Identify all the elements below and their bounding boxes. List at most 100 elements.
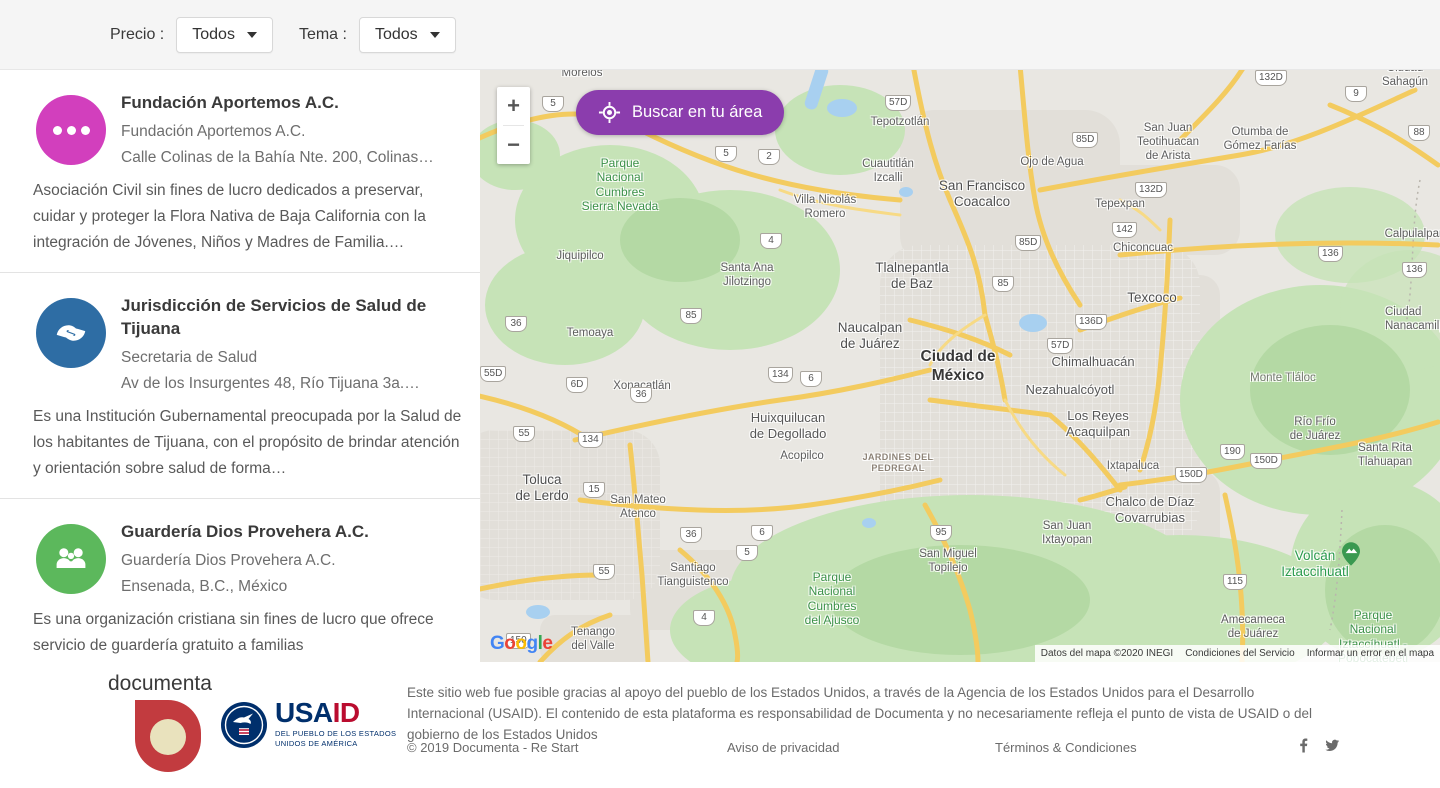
volcano-pin-icon (1342, 542, 1360, 571)
documenta-logo-mark (135, 700, 201, 772)
map-label: Calpulalpan (1385, 228, 1440, 242)
search-area-label: Buscar en tu área (632, 103, 762, 122)
usaid-logo: USAID DEL PUEBLO DE LOS ESTADOS UNIDOS D… (220, 700, 396, 749)
road-shield: 142 (1112, 222, 1137, 238)
chevron-down-icon (430, 32, 440, 38)
road-shield: 136D (1075, 314, 1107, 330)
map-label: Acopilco (780, 450, 823, 464)
map-label: Chalco de Díaz Covarrubias (1106, 494, 1195, 525)
list-item[interactable]: Jurisdicción de Servicios de Salud de Ti… (0, 273, 480, 499)
map-canvas[interactable]: Morelos Tepotzotlán Cuautitlán Izcalli V… (480, 70, 1440, 662)
map-label: Tlalnepantla de Baz (875, 260, 949, 292)
item-title: Fundación Aportemos A.C. (121, 91, 451, 114)
twitter-icon[interactable] (1324, 738, 1340, 758)
road-shield: 190 (1220, 444, 1245, 460)
tema-value: Todos (375, 26, 418, 44)
precio-dropdown[interactable]: Todos (176, 17, 273, 53)
precio-label: Precio : (110, 26, 164, 44)
map-label: Santiago Tianguistenco (657, 562, 728, 590)
usaid-seal-icon (220, 701, 268, 749)
tema-dropdown[interactable]: Todos (359, 17, 456, 53)
road-shield: 132D (1135, 182, 1167, 198)
footer-disclaimer: Este sitio web fue posible gracias al ap… (407, 682, 1313, 745)
helping-hands-icon (36, 298, 106, 368)
map-label: Jiquipilco (556, 250, 603, 264)
search-area-button[interactable]: Buscar en tu área (576, 90, 784, 135)
road-shield: 150D (1250, 453, 1282, 469)
google-logo[interactable]: Google (490, 633, 552, 655)
road-shield: 136 (1318, 246, 1343, 262)
map-park-label: Parque Nacional Cumbres Sierra Nevada (582, 156, 659, 214)
road-shield: 36 (505, 316, 527, 332)
map-label: Otumba de Gómez Farías (1224, 126, 1297, 154)
terms-of-service-link[interactable]: Condiciones del Servicio (1179, 645, 1301, 662)
map-label: Ciudad Nanacamilpa (1385, 306, 1440, 334)
road-shield: 115 (1223, 574, 1247, 590)
road-shield: 134 (578, 432, 603, 448)
map-area-label: JARDINES DEL PEDREGAL (863, 452, 934, 474)
map-label: Temoaya (567, 327, 614, 341)
road-shield: 6 (800, 371, 822, 387)
locate-icon (598, 101, 621, 124)
road-shield: 4 (693, 610, 715, 626)
item-title: Guardería Dios Provehera A.C. (121, 520, 451, 543)
road-shield: 5 (715, 146, 737, 162)
map-label: Santa Ana Jilotzingo (720, 262, 773, 290)
road-shield: 88 (1408, 125, 1430, 141)
road-shield: 85 (992, 276, 1014, 292)
item-address: Av de los Insurgentes 48, Río Tijuana 3a… (121, 371, 464, 397)
copyright-text: © 2019 Documenta - Re Start (407, 740, 578, 755)
road-shield: 9 (1345, 86, 1367, 102)
usaid-tagline: DEL PUEBLO DE LOS ESTADOS UNIDOS DE AMÉR… (275, 729, 396, 749)
item-description: Es una Institución Gubernamental preocup… (33, 404, 464, 482)
road-shield: 5 (736, 545, 758, 561)
map-label: Texcoco (1127, 290, 1177, 306)
zoom-in-button[interactable]: + (497, 87, 530, 125)
map-label: Tenango del Valle (571, 626, 615, 654)
map-attribution: Datos del mapa ©2020 INEGI Condiciones d… (1035, 645, 1440, 662)
item-subtitle: Guardería Dios Provehera A.C. (121, 548, 464, 574)
road-shield: 85 (680, 308, 702, 324)
privacy-link[interactable]: Aviso de privacidad (727, 740, 840, 755)
road-shield: 132D (1255, 70, 1287, 86)
map-label: Morelos (562, 70, 603, 81)
road-shield: 15 (583, 482, 605, 498)
map-label: Ciudad Sahagún (1382, 70, 1428, 90)
item-subtitle: Secretaria de Salud (121, 345, 464, 371)
precio-value: Todos (192, 26, 235, 44)
list-item[interactable]: Fundación Aportemos A.C. Fundación Aport… (0, 70, 480, 273)
road-shield: 55 (593, 564, 615, 580)
map-label: Ciudad de México (921, 348, 996, 385)
map-label: Nezahualcóyotl (1026, 382, 1115, 398)
facebook-icon[interactable] (1296, 738, 1310, 758)
zoom-out-button[interactable]: − (497, 126, 530, 164)
map-label: Monte Tláloc (1250, 372, 1316, 386)
terms-link[interactable]: Términos & Condiciones (995, 740, 1137, 755)
results-list: Fundación Aportemos A.C. Fundación Aport… (0, 70, 480, 662)
ellipsis-icon (36, 95, 106, 165)
item-description: Asociación Civil sin fines de lucro dedi… (33, 178, 464, 256)
tema-label: Tema : (299, 26, 347, 44)
map-label: Toluca de Lerdo (515, 472, 568, 504)
map-label: Chiconcuac (1113, 242, 1173, 256)
item-description: Es una organización cristiana sin fines … (33, 607, 464, 659)
item-title: Jurisdicción de Servicios de Salud de Ti… (121, 294, 451, 340)
road-shield: 85D (1072, 132, 1098, 148)
road-shield: 6D (566, 377, 588, 393)
road-shield: 57D (885, 95, 911, 111)
road-shield: 57D (1047, 338, 1073, 354)
report-map-error-link[interactable]: Informar un error en el mapa (1301, 645, 1440, 662)
family-icon (36, 524, 106, 594)
list-item[interactable]: Guardería Dios Provehera A.C. Guardería … (0, 499, 480, 662)
item-address: Calle Colinas de la Bahía Nte. 200, Coli… (121, 145, 464, 171)
map-label: Ixtapaluca (1107, 460, 1159, 474)
road-shield: 55D (480, 366, 506, 382)
road-shield: 36 (680, 527, 702, 543)
road-shield: 2 (758, 149, 780, 165)
map-label: Naucalpan de Juárez (838, 320, 903, 352)
road-shield: 136 (1402, 262, 1427, 278)
road-shield: 134 (768, 367, 793, 383)
map-label: Santa Rita Tlahuapan (1358, 442, 1412, 470)
map-label: San Juan Teotihuacan de Arista (1137, 122, 1199, 163)
chevron-down-icon (247, 32, 257, 38)
